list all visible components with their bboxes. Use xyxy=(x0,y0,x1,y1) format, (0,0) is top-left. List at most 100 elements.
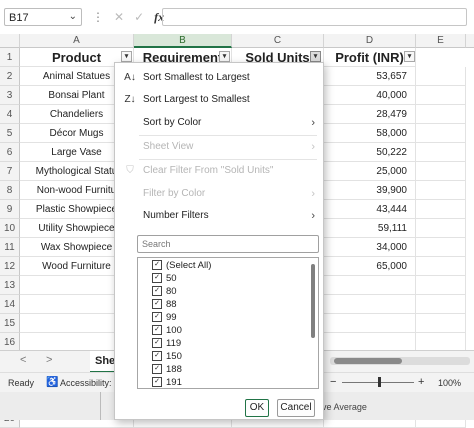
table-cell[interactable]: 40,000 xyxy=(324,86,416,105)
column-header-a[interactable]: A xyxy=(20,34,134,48)
table-cell[interactable]: 25,000 xyxy=(324,162,416,181)
list-item[interactable]: ✓ 191 xyxy=(152,376,182,388)
table-cell[interactable] xyxy=(416,219,466,238)
list-item[interactable]: ✓ 80 xyxy=(152,285,177,298)
table-cell[interactable] xyxy=(416,200,466,219)
sort-descending-item[interactable]: Z↓ Sort Largest to Smallest xyxy=(115,89,323,111)
horizontal-scroll-thumb[interactable] xyxy=(334,358,402,364)
row-header[interactable]: 9 xyxy=(0,200,20,219)
sort-by-color-item[interactable]: Sort by Color › xyxy=(115,112,323,134)
table-cell[interactable] xyxy=(416,238,466,257)
list-item[interactable]: ✓ 50 xyxy=(152,272,177,285)
table-cell[interactable] xyxy=(416,105,466,124)
checkbox-checked-icon[interactable]: ✓ xyxy=(152,260,162,271)
horizontal-scrollbar[interactable] xyxy=(330,357,470,365)
filter-dropdown-menu: A↓ Sort Smallest to Largest Z↓ Sort Larg… xyxy=(114,62,324,420)
row-header[interactable]: 1 xyxy=(0,48,20,67)
filter-values-list[interactable]: ✓ (Select All) ✓ 50 ✓ 80 ✓ 88 ✓ 99 ✓ 100 ✓ 119 ✓ 150 ✓ 1… xyxy=(137,257,319,389)
table-cell[interactable] xyxy=(416,143,466,162)
table-cell[interactable]: 43,444 xyxy=(324,200,416,219)
row-header[interactable]: 10 xyxy=(0,219,20,238)
table-cell[interactable] xyxy=(416,295,466,314)
row-header[interactable]: 3 xyxy=(0,86,20,105)
list-item[interactable]: ✓ 100 xyxy=(152,324,182,337)
zoom-slider[interactable] xyxy=(342,377,414,387)
checkbox-checked-icon[interactable]: ✓ xyxy=(152,377,162,388)
table-cell[interactable]: 28,479 xyxy=(324,105,416,124)
zoom-in-button[interactable]: + xyxy=(418,376,424,388)
list-item[interactable]: ✓ 88 xyxy=(152,298,177,311)
table-cell[interactable]: 50,222 xyxy=(324,143,416,162)
checkbox-checked-icon[interactable]: ✓ xyxy=(152,325,162,336)
zoom-out-button[interactable]: − xyxy=(330,376,336,388)
sort-descending-icon: Z↓ xyxy=(124,94,136,105)
row-header[interactable]: 5 xyxy=(0,124,20,143)
checkbox-checked-icon[interactable]: ✓ xyxy=(152,364,162,375)
table-cell[interactable] xyxy=(416,162,466,181)
table-cell[interactable] xyxy=(324,276,416,295)
checkbox-checked-icon[interactable]: ✓ xyxy=(152,351,162,362)
list-item[interactable]: ✓ 150 xyxy=(152,350,182,363)
list-item[interactable]: ✓ 119 xyxy=(152,337,181,350)
table-cell[interactable]: 65,000 xyxy=(324,257,416,276)
scroll-sheets-left-icon[interactable]: < xyxy=(20,354,26,366)
list-item-select-all[interactable]: ✓ (Select All) xyxy=(152,259,211,272)
zoom-slider-thumb[interactable] xyxy=(378,377,381,387)
row-header[interactable]: 11 xyxy=(0,238,20,257)
row-header[interactable]: 2 xyxy=(0,67,20,86)
name-box[interactable]: B17 ⌄ xyxy=(4,8,82,26)
header-profit-cell[interactable]: Profit (INR) ▾ xyxy=(324,48,416,67)
checkbox-checked-icon[interactable]: ✓ xyxy=(152,273,162,284)
table-cell[interactable]: 39,900 xyxy=(324,181,416,200)
number-filters-item[interactable]: Number Filters › xyxy=(115,205,323,227)
formula-input[interactable] xyxy=(162,8,467,26)
table-cell[interactable] xyxy=(416,86,466,105)
checkbox-checked-icon[interactable]: ✓ xyxy=(152,338,162,349)
column-header-e[interactable]: E xyxy=(416,34,466,48)
table-cell[interactable] xyxy=(416,67,466,86)
cancel-button[interactable]: Cancel xyxy=(277,399,315,417)
column-header-d[interactable]: D xyxy=(324,34,416,48)
table-cell[interactable]: 59,111 xyxy=(324,219,416,238)
table-cell[interactable] xyxy=(324,314,416,333)
list-item[interactable]: ✓ 99 xyxy=(152,311,177,324)
zoom-level[interactable]: 100% xyxy=(438,378,461,388)
row-header[interactable]: 8 xyxy=(0,181,20,200)
table-cell[interactable] xyxy=(416,257,466,276)
row-header[interactable]: 15 xyxy=(0,314,20,333)
filter-button-sold-units[interactable]: ▾ xyxy=(310,51,321,62)
row-header[interactable]: 14 xyxy=(0,295,20,314)
table-cell[interactable] xyxy=(416,314,466,333)
row-header[interactable]: 4 xyxy=(0,105,20,124)
table-cell[interactable] xyxy=(416,276,466,295)
column-header-c[interactable]: C xyxy=(232,34,324,48)
status-accessibility[interactable]: Accessibility: G xyxy=(60,378,121,388)
table-cell[interactable] xyxy=(416,124,466,143)
ok-button[interactable]: OK xyxy=(245,399,269,417)
select-all-corner[interactable] xyxy=(0,34,20,48)
sort-ascending-item[interactable]: A↓ Sort Smallest to Largest xyxy=(115,67,323,89)
row-header[interactable]: 12 xyxy=(0,257,20,276)
table-cell[interactable]: 58,000 xyxy=(324,124,416,143)
row-header[interactable]: 13 xyxy=(0,276,20,295)
row-header[interactable]: 7 xyxy=(0,162,20,181)
row-header[interactable]: 6 xyxy=(0,143,20,162)
list-item[interactable]: ✓ 188 xyxy=(152,363,182,376)
filter-button-profit[interactable]: ▾ xyxy=(404,51,415,62)
column-header-b[interactable]: B xyxy=(134,34,232,48)
cancel-icon[interactable]: ✕ xyxy=(114,10,124,24)
table-cell[interactable]: 34,000 xyxy=(324,238,416,257)
scroll-sheets-right-icon[interactable]: > xyxy=(46,354,52,366)
filter-button-product[interactable]: ▾ xyxy=(121,51,132,62)
list-scrollbar-thumb[interactable] xyxy=(311,264,315,338)
chevron-down-icon[interactable]: ⌄ xyxy=(69,8,77,26)
checkbox-checked-icon[interactable]: ✓ xyxy=(152,299,162,310)
checkbox-checked-icon[interactable]: ✓ xyxy=(152,286,162,297)
table-cell[interactable] xyxy=(324,295,416,314)
table-cell[interactable]: 53,657 xyxy=(324,67,416,86)
filter-button-requirement[interactable]: ▾ xyxy=(219,51,230,62)
enter-icon[interactable]: ✓ xyxy=(134,10,144,24)
checkbox-checked-icon[interactable]: ✓ xyxy=(152,312,162,323)
filter-search-input[interactable]: Search xyxy=(137,235,319,253)
table-cell[interactable] xyxy=(416,181,466,200)
